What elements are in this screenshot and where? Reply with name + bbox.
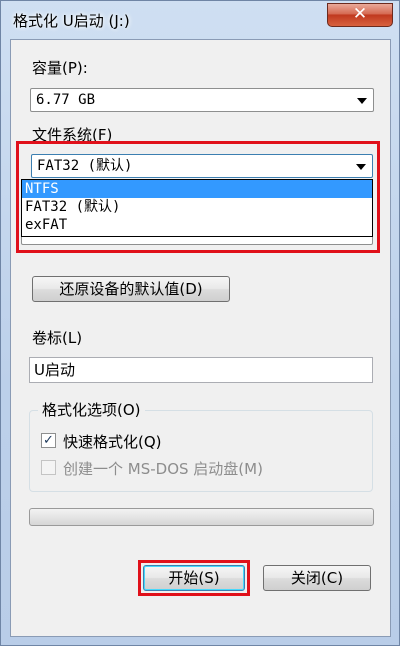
window-close-button[interactable]: ✕	[327, 3, 393, 27]
filesystem-value: FAT32 (默认)	[37, 158, 133, 174]
volume-label: 卷标(L)	[32, 329, 83, 347]
volume-label-input[interactable]: U启动	[29, 357, 373, 383]
format-options-title: 格式化选项(O)	[38, 399, 145, 420]
msdos-boot-label: 创建一个 MS-DOS 启动盘(M)	[63, 460, 263, 478]
filesystem-dropdown-list[interactable]: NTFS FAT32 (默认) exFAT	[21, 179, 373, 237]
restore-defaults-button[interactable]: 还原设备的默认值(D)	[32, 276, 230, 302]
dropdown-option-ntfs[interactable]: NTFS	[22, 180, 372, 198]
window-title: 格式化 U启动 (J:)	[13, 12, 130, 30]
filesystem-combobox[interactable]: FAT32 (默认)	[31, 154, 373, 178]
dropdown-option-fat32[interactable]: FAT32 (默认)	[22, 198, 372, 216]
close-button[interactable]: 关闭(C)	[263, 565, 371, 591]
quick-format-checkbox[interactable]: ✓	[41, 433, 56, 448]
format-dialog-window: 格式化 U启动 (J:) ✕ 容量(P): 6.77 GB 文件系统(F) FA…	[0, 0, 400, 646]
msdos-boot-checkbox[interactable]	[41, 460, 56, 475]
filesystem-label: 文件系统(F)	[32, 126, 113, 144]
start-button[interactable]: 开始(S)	[143, 565, 245, 591]
close-icon: ✕	[352, 4, 368, 24]
capacity-label: 容量(P):	[32, 59, 88, 77]
capacity-combobox[interactable]: 6.77 GB	[30, 88, 374, 112]
format-progress-bar	[29, 508, 374, 526]
chevron-down-icon	[356, 164, 366, 170]
quick-format-label[interactable]: 快速格式化(Q)	[63, 431, 162, 452]
checkmark-icon: ✓	[43, 433, 54, 448]
title-bar[interactable]: 格式化 U启动 (J:) ✕	[1, 1, 399, 39]
capacity-value: 6.77 GB	[36, 92, 96, 108]
dropdown-option-exfat[interactable]: exFAT	[22, 216, 372, 234]
chevron-down-icon	[357, 98, 367, 104]
